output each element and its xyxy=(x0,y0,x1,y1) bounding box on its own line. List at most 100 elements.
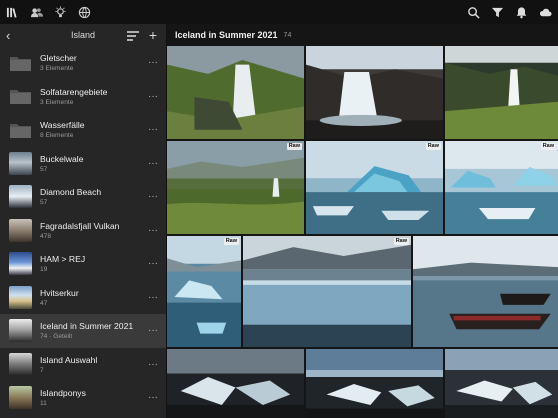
album-title: Iceland in Summer 2021 xyxy=(175,30,278,40)
album-header: Iceland in Summer 2021 74 xyxy=(167,24,558,46)
sidebar-album-item[interactable]: HAM > REJ 19 ··· xyxy=(0,247,166,281)
sidebar-album-item[interactable]: Iceland in Summer 2021 74 · Geteilt ··· xyxy=(0,314,166,348)
sidebar-album-item[interactable]: Island Auswahl 7 ··· xyxy=(0,348,166,382)
iceberg-blue-photo[interactable]: Raw xyxy=(306,141,443,234)
sidebar-item-label: Gletscher xyxy=(40,53,77,64)
album-thumbnail xyxy=(9,252,32,276)
album-thumbnail xyxy=(9,319,32,343)
sidebar-item-label: Fagradalsfjall Vulkan xyxy=(40,220,120,231)
waterfall-gorge-photo[interactable] xyxy=(445,46,558,139)
raw-badge: Raw xyxy=(425,143,441,150)
folder-icon xyxy=(9,87,32,105)
more-options-icon[interactable]: ··· xyxy=(146,124,158,135)
album-view: Iceland in Summer 2021 74 Raw Raw Raw Raw Ra… xyxy=(167,24,558,418)
sidebar-item-label: Island Auswahl xyxy=(40,354,98,365)
iceberg-small-photo[interactable]: Raw xyxy=(167,236,241,347)
ice-beach-1-photo[interactable] xyxy=(167,349,304,418)
folder-icon xyxy=(9,121,32,139)
sidebar-item-count: 7 xyxy=(40,366,44,374)
valley-waterfall-photo[interactable]: Raw xyxy=(167,141,304,234)
ice-beach-2-photo[interactable] xyxy=(306,349,443,418)
add-album-button[interactable]: + xyxy=(146,28,160,42)
sidebar-item-label: HAM > REJ xyxy=(40,254,86,265)
sidebar-item-label: Islandponys xyxy=(40,388,86,399)
glacier-front-photo[interactable]: Raw xyxy=(243,236,411,347)
sidebar-item-text: Diamond Beach 57 xyxy=(40,187,146,206)
discover-icon[interactable] xyxy=(77,5,91,19)
sidebar-item-label: Hvitserkur xyxy=(40,287,79,298)
icebergs-lagoon-photo[interactable]: Raw xyxy=(445,141,558,234)
album-sidebar: ‹ Island + Gletscher 3 Elemente ··· Solfata… xyxy=(0,24,167,418)
sort-icon[interactable] xyxy=(126,29,140,41)
notifications-icon[interactable] xyxy=(514,5,528,19)
sidebar-item-text: Hvitserkur 47 xyxy=(40,288,146,307)
more-options-icon[interactable]: ··· xyxy=(146,191,158,202)
sidebar-item-text: Fagradalsfjall Vulkan 478 xyxy=(40,221,146,240)
sidebar-item-count: 3 Elemente xyxy=(40,65,74,73)
more-options-icon[interactable]: ··· xyxy=(146,392,158,403)
search-icon[interactable] xyxy=(466,5,480,19)
more-options-icon[interactable]: ··· xyxy=(146,258,158,269)
cloud-icon[interactable] xyxy=(538,5,552,19)
album-thumbnail xyxy=(9,218,32,242)
sidebar-album-item[interactable]: Diamond Beach 57 ··· xyxy=(0,180,166,214)
top-bar xyxy=(0,0,558,24)
raw-badge: Raw xyxy=(286,143,302,150)
more-options-icon[interactable]: ··· xyxy=(146,292,158,303)
back-chevron-icon[interactable]: ‹ xyxy=(6,28,18,43)
album-thumbnail xyxy=(9,185,32,209)
more-options-icon[interactable]: ··· xyxy=(146,158,158,169)
sidebar-header: ‹ Island + xyxy=(0,24,166,46)
sidebar-item-text: Gletscher 3 Elemente xyxy=(40,53,146,72)
sidebar-item-label: Diamond Beach xyxy=(40,187,102,198)
sidebar-item-count: 8 Elemente xyxy=(40,132,74,140)
sidebar-item-text: Iceland in Summer 2021 74 · Geteilt xyxy=(40,321,146,340)
more-options-icon[interactable]: ··· xyxy=(146,325,158,336)
album-thumbnail xyxy=(9,386,32,410)
more-options-icon[interactable]: ··· xyxy=(146,225,158,236)
sidebar-item-text: Buckelwale 57 xyxy=(40,154,146,173)
more-options-icon[interactable]: ··· xyxy=(146,57,158,68)
waterfall-rocks-photo[interactable] xyxy=(306,46,443,139)
sidebar-item-label: Wasserfälle xyxy=(40,120,85,131)
sidebar-album-item[interactable]: Islandponys 11 ··· xyxy=(0,381,166,415)
sidebar-list: Gletscher 3 Elemente ··· Solfatarengebiete 3… xyxy=(0,46,166,415)
library-icon[interactable] xyxy=(5,5,19,19)
sidebar-album-item[interactable]: Hvitserkur 47 ··· xyxy=(0,281,166,315)
sidebar-item-label: Solfatarengebiete xyxy=(40,86,108,97)
sidebar-folder-item[interactable]: Gletscher 3 Elemente ··· xyxy=(0,46,166,80)
sidebar-item-text: Island Auswahl 7 xyxy=(40,355,146,374)
sidebar-item-text: Solfatarengebiete 3 Elemente xyxy=(40,87,146,106)
more-options-icon[interactable]: ··· xyxy=(146,359,158,370)
album-thumbnail xyxy=(9,151,32,175)
sidebar-album-item[interactable]: Buckelwale 57 ··· xyxy=(0,147,166,181)
album-thumbnail xyxy=(9,285,32,309)
ice-beach-3-photo[interactable] xyxy=(445,349,558,418)
sidebar-item-text: HAM > REJ 19 xyxy=(40,254,146,273)
sidebar-item-count: 478 xyxy=(40,232,52,240)
raw-badge: Raw xyxy=(540,143,556,150)
sidebar-item-label: Iceland in Summer 2021 xyxy=(40,321,134,332)
more-options-icon[interactable]: ··· xyxy=(146,91,158,102)
album-count: 74 xyxy=(283,31,292,39)
sidebar-item-count: 57 xyxy=(40,199,48,207)
sidebar-item-count: 57 xyxy=(40,165,48,173)
learn-icon[interactable] xyxy=(53,5,67,19)
sidebar-item-count: 47 xyxy=(40,299,48,307)
sidebar-item-text: Wasserfälle 8 Elemente xyxy=(40,120,146,139)
sidebar-item-count: 11 xyxy=(40,400,47,408)
sidebar-album-item[interactable]: Fagradalsfjall Vulkan 478 ··· xyxy=(0,214,166,248)
sidebar-item-label: Buckelwale xyxy=(40,153,84,164)
sidebar-item-count: 3 Elemente xyxy=(40,98,74,106)
folder-icon xyxy=(9,54,32,72)
sidebar-item-count: 19 xyxy=(40,266,48,274)
waterfall-green-photo[interactable] xyxy=(167,46,304,139)
people-icon[interactable] xyxy=(29,5,43,19)
zodiac-boats-photo[interactable] xyxy=(413,236,558,347)
raw-badge: Raw xyxy=(393,238,409,245)
sidebar-folder-item[interactable]: Solfatarengebiete 3 Elemente ··· xyxy=(0,80,166,114)
album-thumbnail xyxy=(9,352,32,376)
sidebar-folder-item[interactable]: Wasserfälle 8 Elemente ··· xyxy=(0,113,166,147)
sidebar-title: Island xyxy=(70,30,96,40)
filter-icon[interactable] xyxy=(490,5,504,19)
